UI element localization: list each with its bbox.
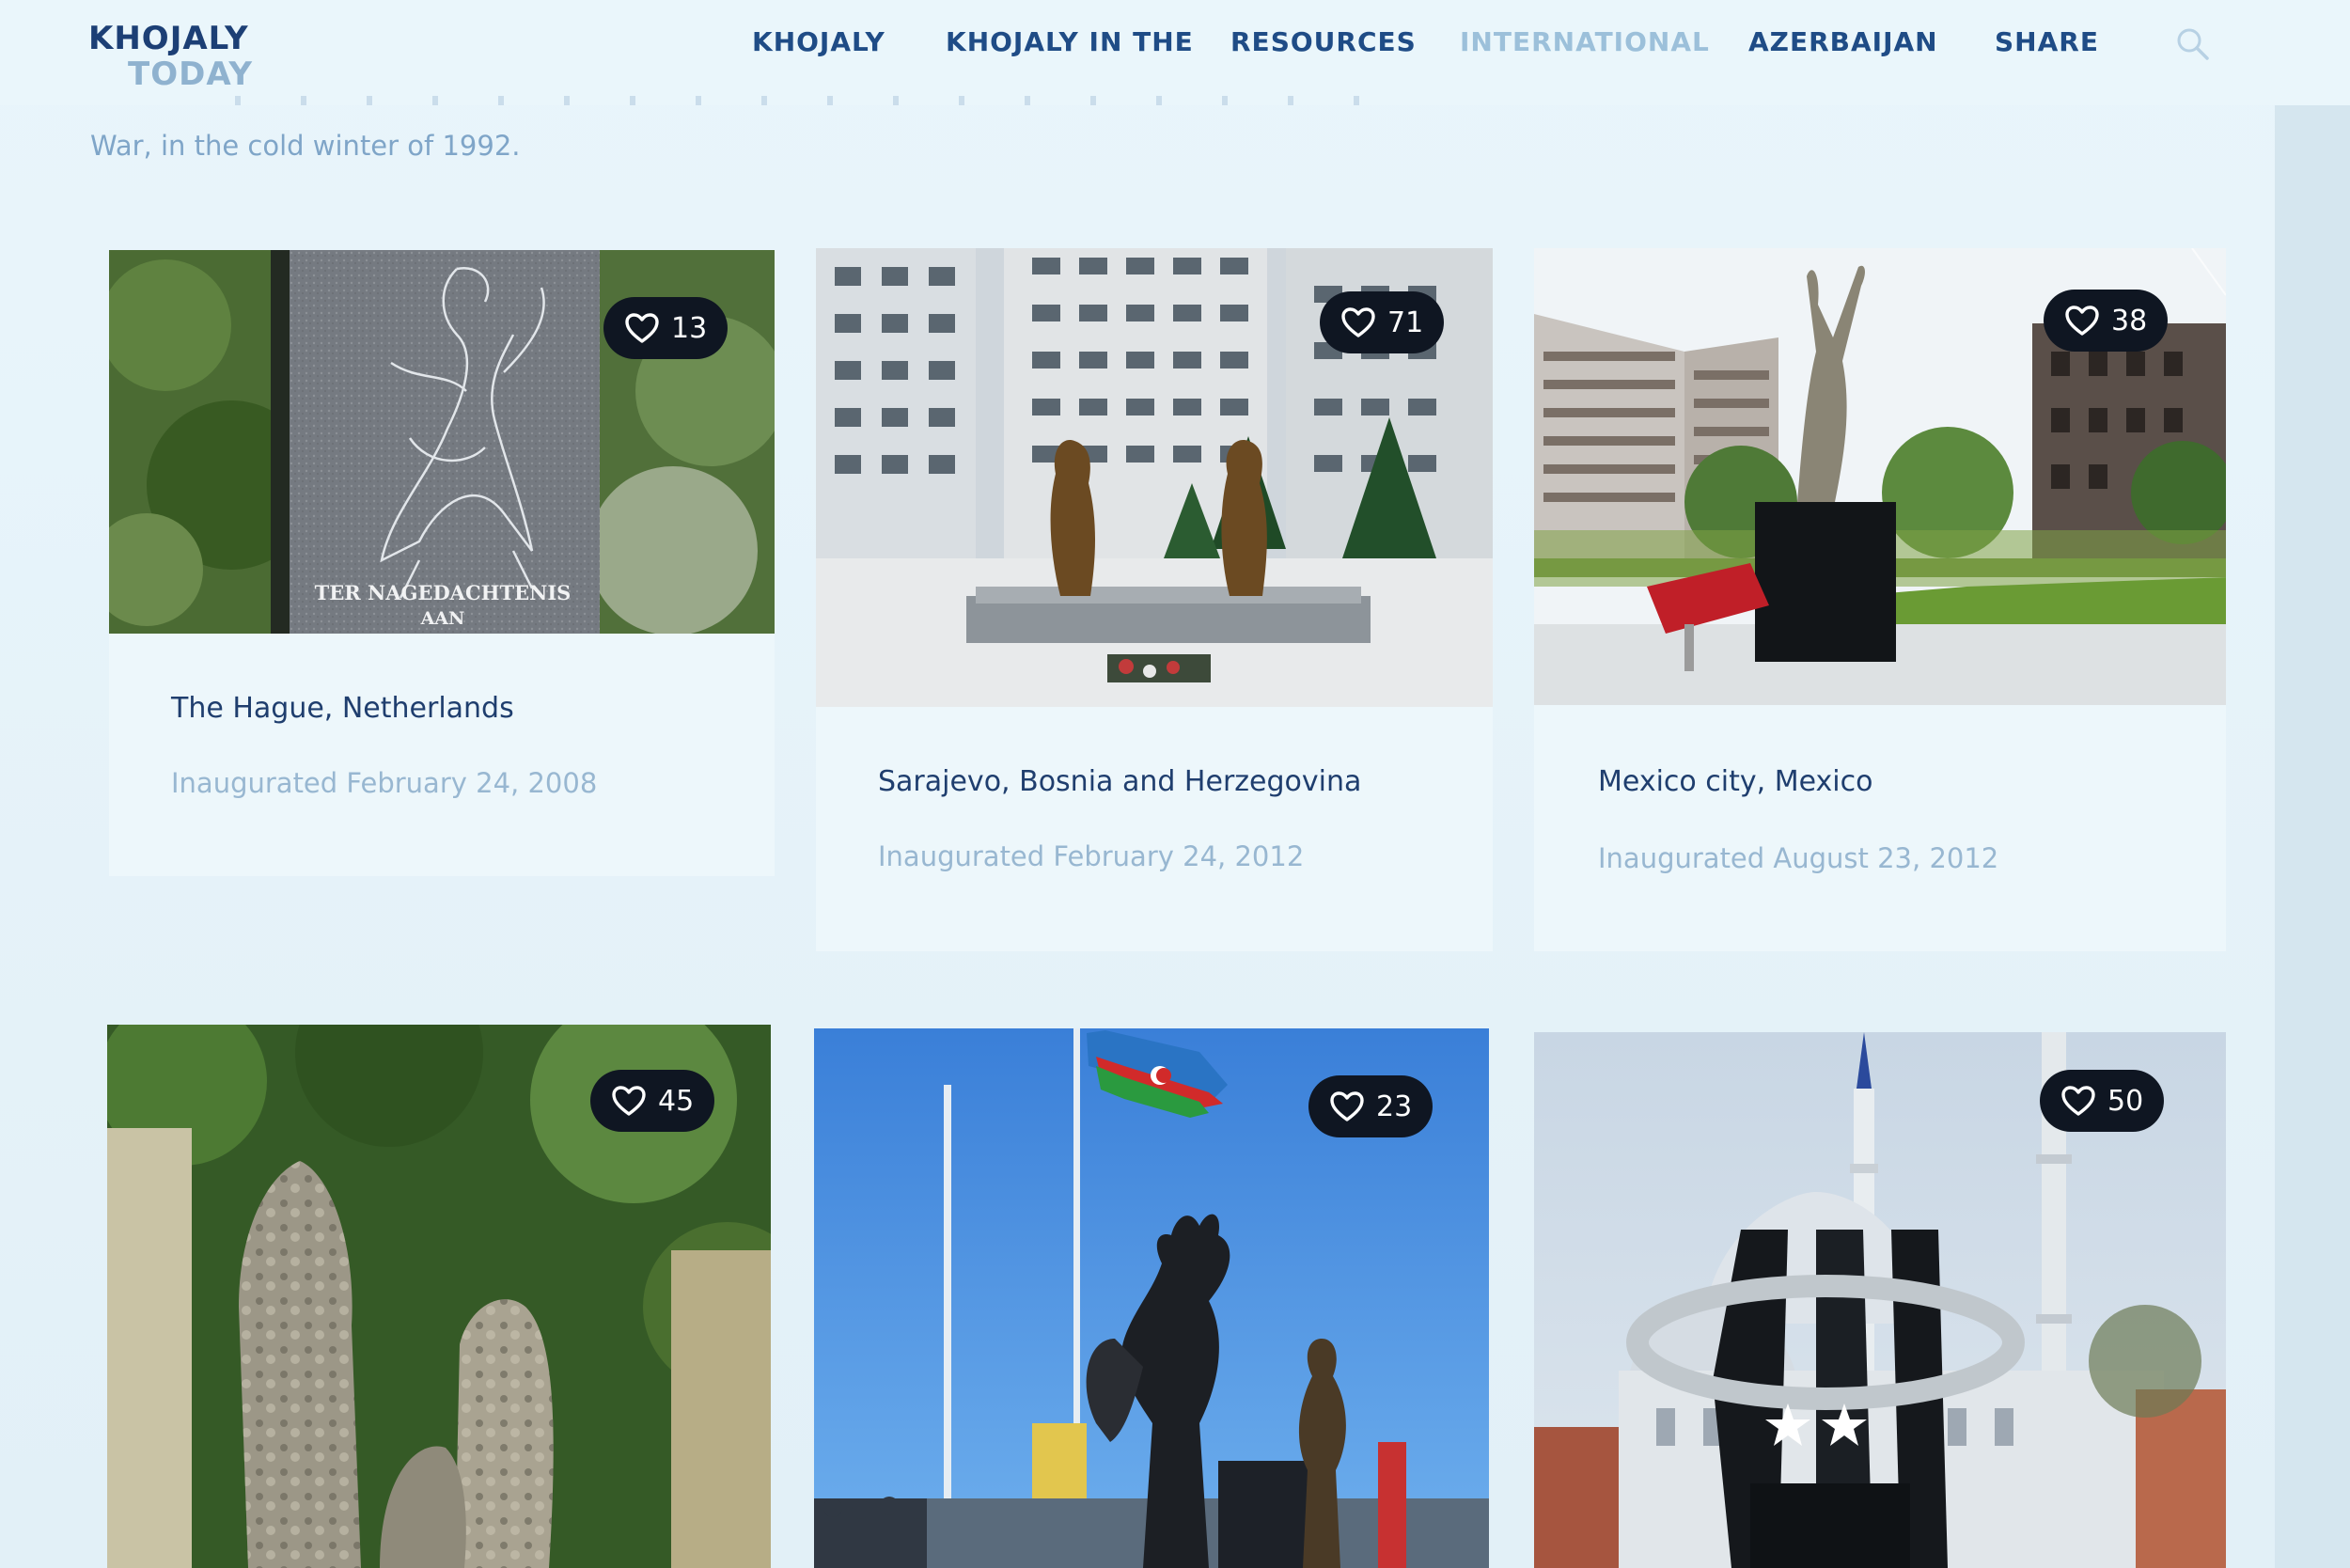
inscription-line-1: TER NAGEDACHTENIS — [315, 581, 572, 604]
logo-line-2: TODAY — [128, 55, 253, 93]
memorial-card-sarajevo[interactable]: 71 Sarajevo, Bosnia and Herzegovina Inau… — [816, 248, 1493, 951]
card-date: Inaugurated February 24, 2008 — [171, 767, 598, 799]
like-count: 38 — [2111, 304, 2148, 337]
memorial-card-5[interactable]: 23 — [814, 1028, 1489, 1568]
card-title[interactable]: Mexico city, Mexico — [1598, 765, 1872, 798]
search-icon[interactable] — [2173, 24, 2211, 62]
card-title[interactable]: Sarajevo, Bosnia and Herzegovina — [878, 765, 1361, 798]
like-count: 13 — [671, 311, 708, 345]
memorial-card-the-hague[interactable]: TER NAGEDACHTENIS AAN 13 The Hague, Neth… — [109, 250, 775, 876]
like-count: 71 — [1387, 306, 1424, 339]
site-header: KHOJALY TODAY KHOJALY KHOJALY IN THE RES… — [0, 0, 2350, 105]
heart-icon — [1330, 1091, 1364, 1121]
nav-item-international[interactable]: INTERNATIONAL — [1460, 26, 1710, 57]
card-title[interactable]: The Hague, Netherlands — [171, 692, 514, 725]
intro-text: War, in the cold winter of 1992. — [90, 130, 521, 162]
heart-icon — [625, 313, 659, 343]
logo-line-1: KHOJALY — [88, 20, 249, 57]
like-badge[interactable]: 23 — [1308, 1075, 1434, 1137]
heart-icon — [1341, 307, 1375, 337]
nav-item-khojaly-in-the[interactable]: KHOJALY IN THE — [946, 26, 1194, 57]
heart-icon — [2065, 306, 2099, 336]
heart-icon — [2061, 1086, 2095, 1116]
nav-item-khojaly[interactable]: KHOJALY — [752, 26, 885, 57]
card-date: Inaugurated August 23, 2012 — [1598, 842, 1999, 874]
memorial-card-mexico-city[interactable]: 38 Mexico city, Mexico Inaugurated Augus… — [1534, 248, 2226, 951]
site-logo[interactable]: KHOJALY TODAY — [88, 21, 253, 92]
nav-item-azerbaijan[interactable]: AZERBAIJAN — [1748, 26, 1938, 57]
like-badge[interactable]: 71 — [1320, 291, 1445, 353]
nav-item-share[interactable]: SHARE — [1995, 26, 2099, 57]
like-badge[interactable]: 38 — [2044, 290, 2169, 352]
intro-previous-line — [235, 96, 1419, 105]
like-badge[interactable]: 13 — [603, 297, 728, 359]
screen: KHOJALY TODAY KHOJALY KHOJALY IN THE RES… — [0, 0, 2350, 1568]
nav-item-resources[interactable]: RESOURCES — [1230, 26, 1417, 57]
memorial-card-6[interactable]: 50 — [1534, 1032, 2226, 1568]
card-date: Inaugurated February 24, 2012 — [878, 840, 1305, 872]
scrollbar-track[interactable] — [2275, 98, 2350, 1568]
like-count: 50 — [2107, 1084, 2144, 1118]
like-badge[interactable]: 45 — [590, 1070, 715, 1132]
inscription-line-2: AAN — [420, 608, 465, 629]
like-count: 23 — [1376, 1090, 1413, 1123]
like-count: 45 — [658, 1084, 695, 1118]
like-badge[interactable]: 50 — [2040, 1070, 2165, 1132]
memorial-card-4[interactable]: 45 — [107, 1025, 771, 1568]
heart-icon — [612, 1086, 646, 1116]
